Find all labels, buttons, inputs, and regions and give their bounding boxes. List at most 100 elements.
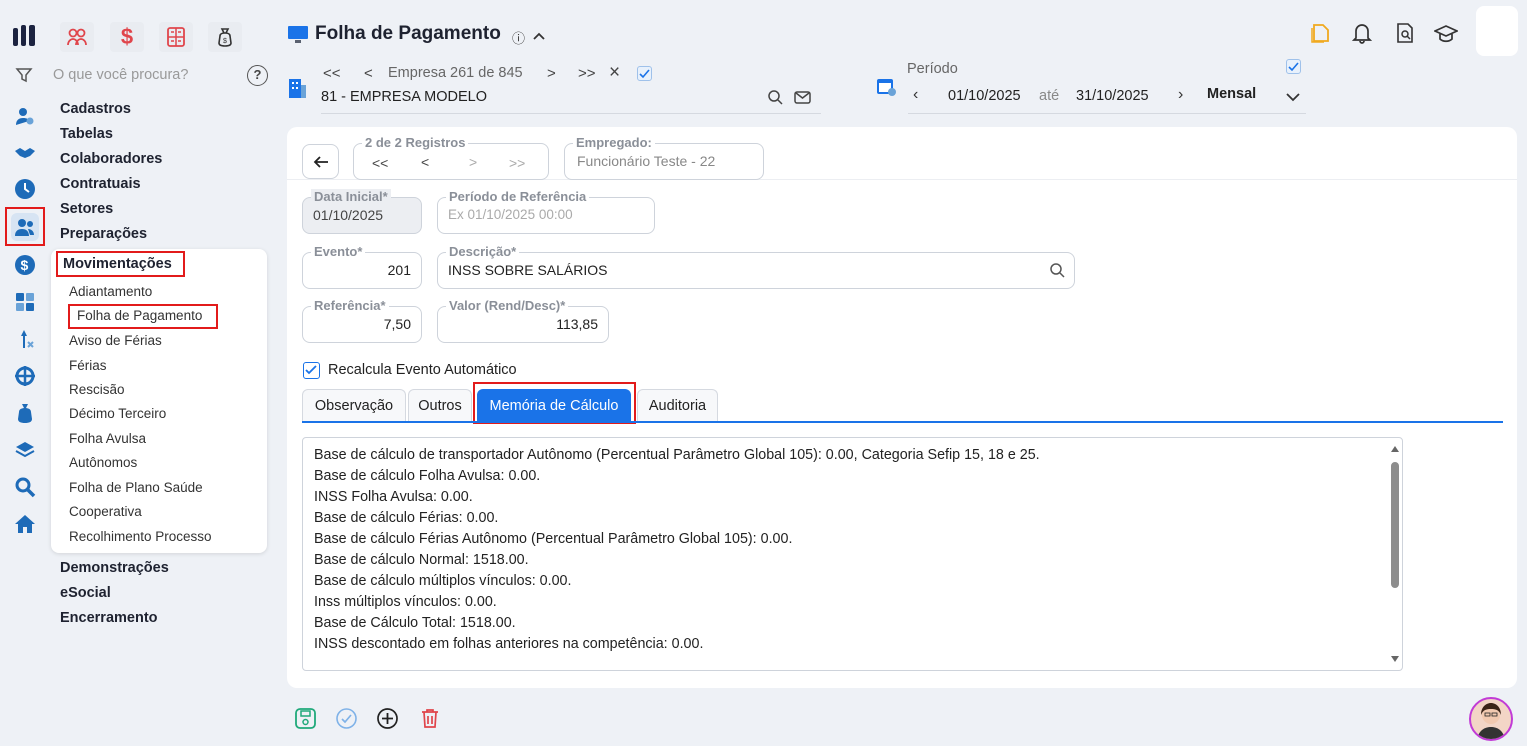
submenu-item-8[interactable]: Folha de Plano Saúde: [69, 480, 203, 495]
tab-observacao[interactable]: Observação: [302, 389, 406, 422]
valor-field[interactable]: Valor (Rend/Desc)* 113,85: [437, 298, 609, 343]
scrollbar-thumb[interactable]: [1391, 462, 1399, 588]
chevron-down-icon[interactable]: [1285, 89, 1301, 105]
submenu-item-1[interactable]: Folha de Pagamento: [77, 308, 202, 323]
company-last-button[interactable]: >>: [578, 65, 596, 82]
filter-icon[interactable]: [15, 66, 33, 87]
company-prev-button[interactable]: <: [364, 65, 373, 82]
period-start[interactable]: 01/10/2025: [948, 88, 1021, 104]
svg-text:$: $: [21, 257, 29, 273]
tab-auditoria[interactable]: Auditoria: [637, 389, 718, 422]
building-icon: [287, 77, 307, 102]
data-inicial-field[interactable]: Data Inicial* 01/10/2025: [302, 189, 422, 234]
back-button[interactable]: [302, 144, 339, 179]
menu-section-movimentacoes[interactable]: Movimentações: [56, 251, 185, 277]
calculator-icon[interactable]: [12, 289, 38, 315]
home-icon[interactable]: [12, 511, 38, 537]
scroll-down-arrow[interactable]: [1391, 656, 1399, 662]
tab-outros[interactable]: Outros: [408, 389, 472, 422]
menu-section-3[interactable]: Contratuais: [60, 176, 141, 192]
memoria-line: Base de cálculo Folha Avulsa: 0.00.: [314, 468, 541, 484]
company-counter: Empresa 261 de 845: [388, 65, 523, 81]
evento-field[interactable]: Evento* 201: [302, 244, 422, 289]
recalcula-checkbox[interactable]: [303, 362, 320, 379]
period-end[interactable]: 31/10/2025: [1076, 88, 1149, 104]
submenu-item-7[interactable]: Autônomos: [69, 455, 137, 470]
magnifier-icon[interactable]: [12, 474, 38, 500]
dollar-module-icon[interactable]: $: [110, 22, 144, 52]
submenu-item-10[interactable]: Recolhimento Processo: [69, 529, 212, 544]
money-bag-icon[interactable]: [12, 400, 38, 426]
search-input[interactable]: O que você procura?: [53, 67, 188, 83]
scrollbar[interactable]: [1388, 438, 1402, 670]
descricao-search-icon[interactable]: [1049, 262, 1066, 282]
company-name-field[interactable]: 81 - EMPRESA MODELO: [321, 88, 821, 114]
registros-prev-button[interactable]: <: [421, 154, 429, 170]
referencia-field[interactable]: Referência* 7,50: [302, 298, 422, 343]
submenu-item-6[interactable]: Folha Avulsa: [69, 431, 146, 446]
menu-section-bottom-0[interactable]: Demonstrações: [60, 560, 169, 576]
employees-module-icon[interactable]: [5, 207, 45, 246]
scroll-up-arrow[interactable]: [1391, 446, 1399, 452]
handshake-icon[interactable]: [12, 140, 38, 166]
menu-section-4[interactable]: Setores: [60, 201, 113, 217]
help-icon[interactable]: ?: [247, 65, 268, 86]
company-name: 81 - EMPRESA MODELO: [321, 89, 487, 105]
menu-section-bottom-2[interactable]: Encerramento: [60, 610, 158, 626]
descricao-field[interactable]: Descrição* INSS SOBRE SALÁRIOS: [437, 244, 1075, 289]
company-close-button[interactable]: ×: [609, 62, 620, 84]
document-search-icon[interactable]: [1395, 22, 1415, 47]
user-settings-icon[interactable]: [12, 103, 38, 129]
company-next-button[interactable]: >: [547, 65, 556, 82]
submenu-item-9[interactable]: Cooperativa: [69, 504, 142, 519]
bell-icon[interactable]: [1351, 22, 1373, 47]
registros-first-button[interactable]: <<: [372, 155, 388, 171]
money-bag-module-icon[interactable]: $: [208, 22, 242, 52]
period-mode-select[interactable]: Mensal: [1207, 86, 1256, 102]
calculator-module-icon[interactable]: [159, 22, 193, 52]
dollar-circle-icon[interactable]: $: [12, 252, 38, 278]
menu-section-5[interactable]: Preparações: [60, 226, 147, 242]
tab-memoria-de-calculo[interactable]: Memória de Cálculo: [477, 389, 631, 422]
submenu-item-2[interactable]: Aviso de Férias: [69, 333, 162, 348]
memoria-line: Base de cálculo de transportador Autônom…: [314, 447, 1040, 463]
menu-section-1[interactable]: Tabelas: [60, 126, 113, 142]
mail-icon[interactable]: [794, 90, 811, 108]
period-next-button[interactable]: ›: [1178, 86, 1183, 104]
medical-icon[interactable]: [12, 326, 38, 352]
registros-next-button[interactable]: >: [469, 154, 477, 170]
submenu-item-0[interactable]: Adiantamento: [69, 284, 152, 299]
submenu-item-3[interactable]: Férias: [69, 358, 107, 373]
user-menu-box[interactable]: [1476, 6, 1518, 56]
notes-icon[interactable]: [1309, 22, 1331, 47]
clock-icon[interactable]: [12, 176, 38, 202]
registros-last-button[interactable]: >>: [509, 155, 525, 171]
info-icon[interactable]: ⓘ: [512, 28, 525, 47]
people-module-icon[interactable]: [60, 22, 94, 52]
memoria-calculo-textarea[interactable]: Base de cálculo de transportador Autônom…: [302, 437, 1403, 671]
periodo-referencia-field[interactable]: Período de Referência Ex 01/10/2025 00:0…: [437, 189, 655, 234]
empregado-field[interactable]: Empregado: Funcionário Teste - 22: [564, 135, 764, 180]
search-icon[interactable]: [767, 89, 784, 109]
submenu-item-5[interactable]: Décimo Terceiro: [69, 406, 166, 421]
add-icon[interactable]: [376, 707, 399, 733]
period-checkbox[interactable]: [1286, 59, 1301, 74]
memoria-line: INSS Folha Avulsa: 0.00.: [314, 489, 473, 505]
company-checkbox[interactable]: [637, 66, 652, 81]
period-prev-button[interactable]: ‹: [913, 86, 918, 104]
layers-icon[interactable]: [12, 437, 38, 463]
confirm-icon[interactable]: [335, 707, 358, 733]
network-icon[interactable]: [12, 363, 38, 389]
assistant-avatar[interactable]: [1469, 697, 1513, 741]
menu-section-bottom-1[interactable]: eSocial: [60, 585, 111, 601]
chevron-up-icon[interactable]: [532, 28, 546, 44]
graduation-cap-icon[interactable]: [1432, 24, 1460, 47]
submenu-item-4[interactable]: Rescisão: [69, 382, 125, 397]
valor-value: 113,85: [556, 316, 598, 332]
menu-section-0[interactable]: Cadastros: [60, 101, 131, 117]
menu-section-2[interactable]: Colaboradores: [60, 151, 162, 167]
save-icon[interactable]: [294, 707, 317, 733]
delete-icon[interactable]: [419, 707, 441, 733]
company-first-button[interactable]: <<: [323, 65, 341, 82]
recalcula-label[interactable]: Recalcula Evento Automático: [328, 362, 517, 378]
